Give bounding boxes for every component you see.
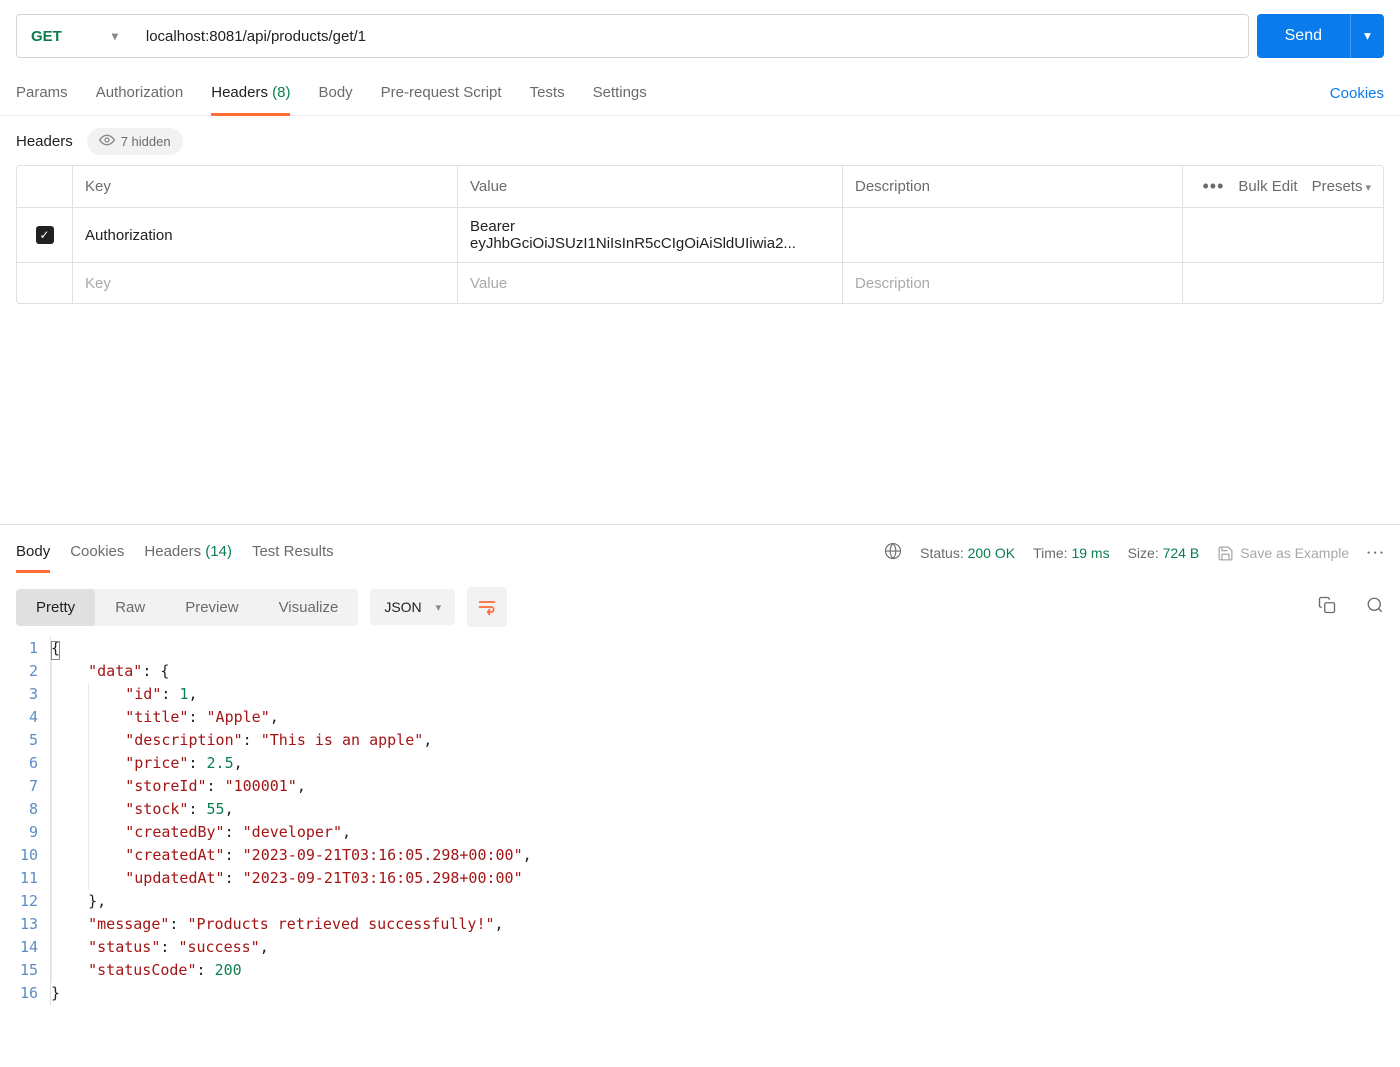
send-split-button[interactable]: ▾ bbox=[1350, 14, 1384, 58]
more-icon[interactable]: ••• bbox=[1203, 176, 1225, 197]
view-mode-segment: Pretty Raw Preview Visualize bbox=[16, 589, 358, 626]
save-icon bbox=[1217, 545, 1234, 562]
tab-params[interactable]: Params bbox=[16, 72, 68, 115]
cookies-link[interactable]: Cookies bbox=[1330, 85, 1384, 102]
code-content: { "data": { "id": 1, "title": "Apple", "… bbox=[50, 637, 1390, 1005]
table-header-row: Key Value Description ••• Bulk Edit Pres… bbox=[17, 166, 1383, 208]
bulk-edit-button[interactable]: Bulk Edit bbox=[1238, 178, 1297, 195]
view-pretty[interactable]: Pretty bbox=[16, 589, 95, 626]
send-button[interactable]: Send bbox=[1257, 14, 1350, 58]
presets-button[interactable]: Presets▾ bbox=[1312, 178, 1371, 195]
time-text: Time: 19 ms bbox=[1033, 545, 1110, 561]
col-key: Key bbox=[73, 166, 458, 207]
col-description: Description bbox=[843, 166, 1183, 207]
wrap-lines-button[interactable] bbox=[467, 587, 507, 627]
format-bar: Pretty Raw Preview Visualize JSON ▾ bbox=[0, 581, 1400, 637]
request-tabs: Params Authorization Headers (8) Body Pr… bbox=[0, 72, 1400, 116]
resp-tab-testresults[interactable]: Test Results bbox=[252, 533, 334, 573]
url-input[interactable] bbox=[132, 14, 1249, 58]
tab-body[interactable]: Body bbox=[318, 72, 352, 115]
send-button-group: Send ▾ bbox=[1257, 14, 1384, 58]
response-meta: Status: 200 OK Time: 19 ms Size: 724 B S… bbox=[884, 542, 1384, 565]
tab-tests[interactable]: Tests bbox=[530, 72, 565, 115]
row-checkbox[interactable]: ✓ bbox=[36, 226, 54, 244]
header-desc-input[interactable] bbox=[843, 208, 1183, 262]
line-gutter: 12345678910111213141516 bbox=[10, 637, 50, 1005]
header-key-input[interactable]: Authorization bbox=[73, 208, 458, 262]
tab-prerequest[interactable]: Pre-request Script bbox=[381, 72, 502, 115]
resp-tab-cookies[interactable]: Cookies bbox=[70, 533, 124, 573]
resp-tab-headers[interactable]: Headers (14) bbox=[144, 533, 232, 573]
http-method-select[interactable]: GET ▾ bbox=[16, 14, 132, 58]
globe-icon[interactable] bbox=[884, 542, 902, 565]
size-text: Size: 724 B bbox=[1128, 545, 1200, 561]
eye-icon bbox=[99, 132, 115, 151]
search-icon[interactable] bbox=[1366, 596, 1384, 619]
headers-title: Headers bbox=[16, 133, 73, 150]
header-key-input[interactable]: Key bbox=[73, 263, 458, 303]
table-row: ✓ Authorization Bearer eyJhbGciOiJSUzI1N… bbox=[17, 208, 1383, 263]
col-value: Value bbox=[458, 166, 843, 207]
response-tabs: Body Cookies Headers (14) Test Results S… bbox=[0, 525, 1400, 581]
col-checkbox bbox=[17, 166, 73, 207]
copy-icon[interactable] bbox=[1318, 596, 1336, 619]
more-icon[interactable]: ● ● ● bbox=[1367, 550, 1384, 556]
resp-tab-body[interactable]: Body bbox=[16, 533, 50, 573]
chevron-down-icon: ▾ bbox=[1364, 28, 1371, 43]
headers-toolbar: Headers 7 hidden bbox=[0, 116, 1400, 165]
headers-table: Key Value Description ••• Bulk Edit Pres… bbox=[16, 165, 1384, 304]
tab-settings[interactable]: Settings bbox=[593, 72, 647, 115]
view-visualize[interactable]: Visualize bbox=[259, 589, 359, 626]
request-bar: GET ▾ Send ▾ bbox=[0, 0, 1400, 72]
chevron-down-icon: ▾ bbox=[436, 601, 442, 614]
hidden-headers-pill[interactable]: 7 hidden bbox=[87, 128, 183, 155]
save-as-example-button[interactable]: Save as Example bbox=[1217, 545, 1349, 562]
table-row-empty: Key Value Description bbox=[17, 263, 1383, 303]
http-method-label: GET bbox=[31, 28, 62, 45]
header-desc-input[interactable]: Description bbox=[843, 263, 1183, 303]
col-actions: ••• Bulk Edit Presets▾ bbox=[1183, 166, 1383, 207]
tab-authorization[interactable]: Authorization bbox=[96, 72, 184, 115]
view-preview[interactable]: Preview bbox=[165, 589, 258, 626]
response-body-viewer[interactable]: 12345678910111213141516 { "data": { "id"… bbox=[0, 637, 1400, 1005]
chevron-down-icon: ▾ bbox=[1365, 182, 1371, 194]
header-value-input[interactable]: Bearer eyJhbGciOiJSUzI1NiIsInR5cCIgOiAiS… bbox=[458, 208, 843, 262]
view-raw[interactable]: Raw bbox=[95, 589, 165, 626]
chevron-down-icon: ▾ bbox=[112, 29, 118, 43]
tab-headers[interactable]: Headers (8) bbox=[211, 72, 290, 116]
status-text: Status: 200 OK bbox=[920, 545, 1015, 561]
language-select[interactable]: JSON ▾ bbox=[370, 589, 455, 625]
header-value-input[interactable]: Value bbox=[458, 263, 843, 303]
